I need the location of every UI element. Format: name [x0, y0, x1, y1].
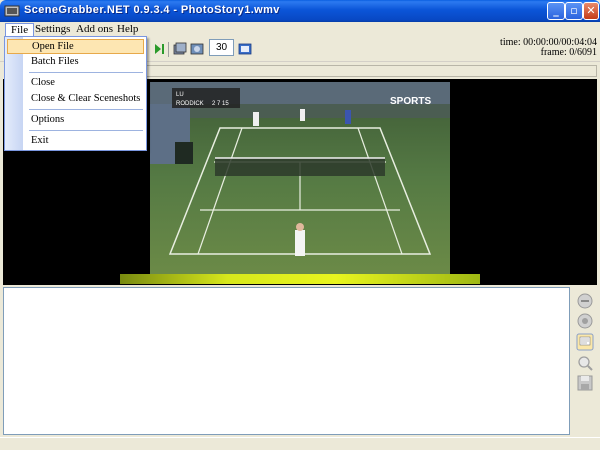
- remove-all-icon[interactable]: [576, 312, 594, 330]
- menu-separator: [29, 109, 143, 110]
- frame-text: frame: 0/6091: [540, 47, 597, 58]
- channel-watermark: SPORTS: [390, 96, 431, 107]
- close-button[interactable]: ✕: [583, 2, 599, 20]
- menu-options[interactable]: Options: [7, 112, 144, 127]
- remove-icon[interactable]: [576, 292, 594, 310]
- seek-slider[interactable]: [146, 65, 597, 77]
- play-end-icon[interactable]: [152, 42, 166, 56]
- scoreboard-score: 2 7 15: [212, 101, 229, 107]
- app-icon: [4, 5, 20, 17]
- file-menu-dropdown: Open File Batch Files Close Close & Clea…: [4, 36, 147, 151]
- menu-separator: [29, 130, 143, 131]
- video-frame: LU RODDICK 2 7 15 SPORTS: [150, 82, 450, 274]
- capture-icon[interactable]: [173, 42, 187, 56]
- menu-separator: [29, 72, 143, 73]
- minimize-button[interactable]: _: [547, 2, 565, 20]
- menu-exit[interactable]: Exit: [7, 133, 144, 148]
- menu-help[interactable]: Help: [112, 23, 143, 37]
- sceneshots-panel[interactable]: [3, 287, 570, 435]
- scoreboard-name: RODDICK: [176, 101, 204, 107]
- time-readout: time: 00:00:00/00:04:04 frame: 0/6091: [500, 38, 597, 58]
- side-toolbar: [572, 287, 598, 435]
- zoom-icon[interactable]: [576, 354, 594, 372]
- scoreboard-other: LU: [176, 92, 184, 98]
- status-bar: [0, 437, 600, 450]
- save-icon[interactable]: [576, 333, 594, 351]
- toolbar-separator: [168, 42, 169, 57]
- title-bar: SceneGrabber.NET 0.9.3.4 - PhotoStory1.w…: [0, 0, 600, 22]
- help-book-icon[interactable]: [238, 42, 252, 56]
- maximize-button[interactable]: ▫: [565, 2, 583, 20]
- tennis-court-image: LU RODDICK 2 7 15 SPORTS: [150, 82, 450, 274]
- menu-bar: File Settings Add ons Help: [0, 22, 600, 37]
- menu-open-file[interactable]: Open File: [7, 39, 144, 54]
- disk-icon[interactable]: [576, 374, 594, 392]
- window-title: SceneGrabber.NET 0.9.3.4 - PhotoStory1.w…: [24, 4, 280, 16]
- menu-close[interactable]: Close: [7, 75, 144, 90]
- menu-settings[interactable]: Settings: [30, 23, 75, 37]
- menu-close-clear[interactable]: Close & Clear Sceneshots: [7, 91, 144, 106]
- capture-all-icon[interactable]: [190, 42, 204, 56]
- menu-addons[interactable]: Add ons: [71, 23, 118, 37]
- frame-step-input[interactable]: 30: [209, 39, 234, 56]
- menu-batch-files[interactable]: Batch Files: [7, 54, 144, 69]
- video-bottom-strip: [120, 274, 480, 284]
